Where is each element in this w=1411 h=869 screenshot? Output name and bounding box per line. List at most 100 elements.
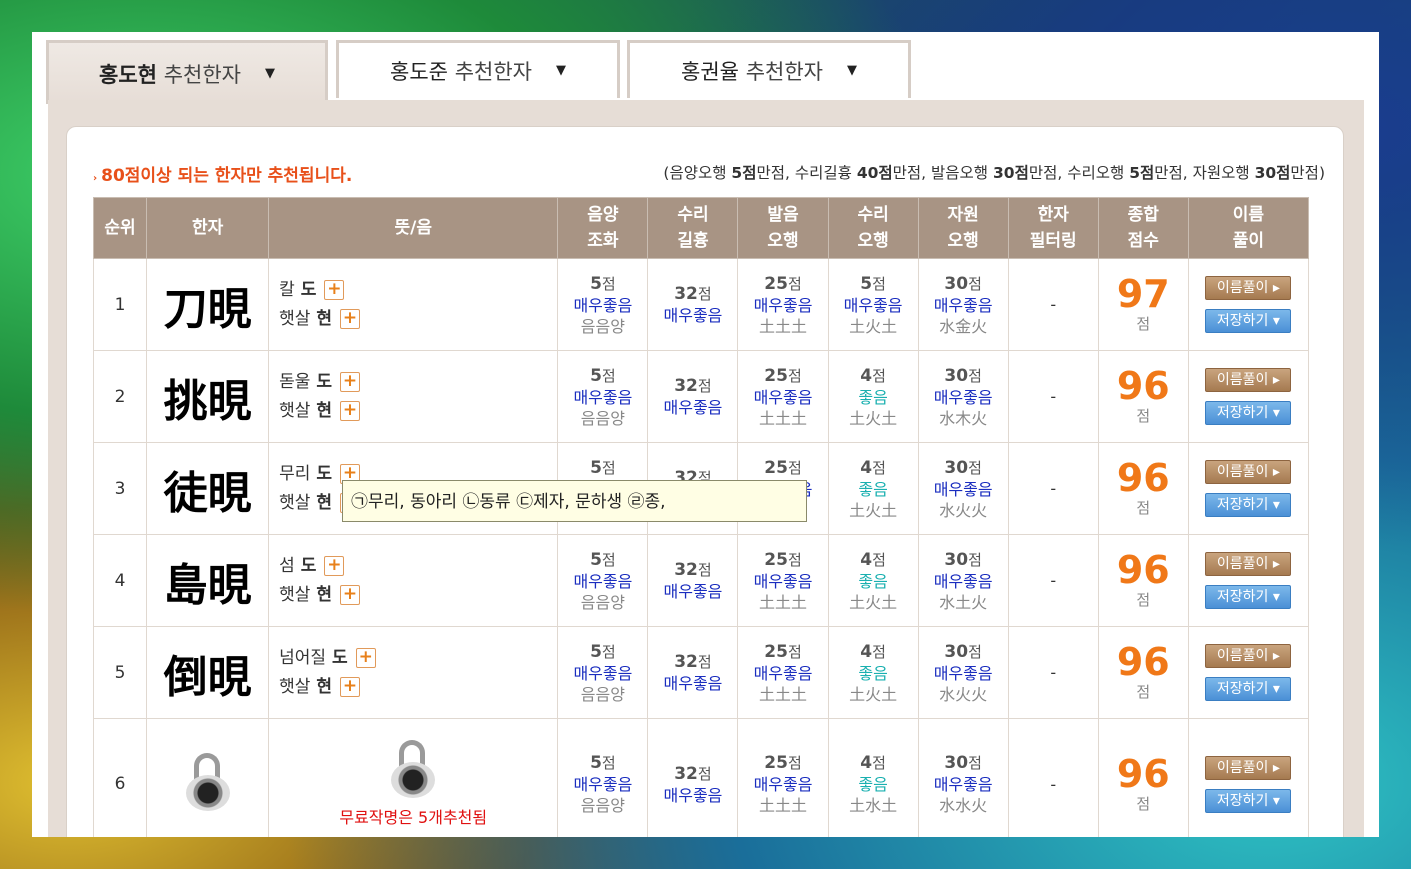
tab-honggwonyul[interactable]: 홍권율 추천한자 ▼	[627, 40, 911, 98]
score-number: 30	[944, 457, 969, 478]
meaning-cell: 돋울 도 + 햇살 현 +	[268, 350, 559, 443]
score-unit: 점	[968, 274, 982, 293]
score-grade: 매우좋음	[663, 398, 723, 417]
table-row: 2 挑晛 돋울 도 + 햇살 현 + 5점 매우좋음 음음양 32점 매우좋음 25점 매…	[92, 350, 1310, 443]
score-cell: 32점 매우좋음	[647, 258, 739, 351]
score-number: 32	[674, 763, 698, 784]
legend-points: 5점	[1129, 164, 1155, 182]
tab-hongdohyeon[interactable]: 홍도현 추천한자 ▼	[46, 40, 328, 104]
plus-icon[interactable]: +	[340, 309, 361, 329]
save-button[interactable]: 저장하기 ▾	[1205, 677, 1292, 701]
plus-icon[interactable]: +	[324, 280, 345, 300]
score-number: 32	[674, 284, 698, 304]
score-number: 30	[944, 365, 969, 386]
col-yinyang: 음양 조화	[557, 197, 649, 259]
score-cell: 5점 매우좋음 음음양	[557, 534, 649, 627]
score-grade: 매우좋음	[663, 674, 723, 693]
total-unit: 점	[1136, 794, 1151, 813]
hanja-cell: 刀晛	[146, 258, 270, 351]
score-grade: 매우좋음	[663, 306, 723, 325]
score-cell: 32점 매우좋음	[647, 350, 739, 443]
header-line: 자원	[947, 205, 979, 225]
plus-icon[interactable]: +	[340, 585, 361, 605]
name-analysis-button[interactable]: 이름풀이 ▸	[1205, 276, 1292, 300]
name-analysis-button[interactable]: 이름풀이 ▸	[1205, 755, 1292, 780]
score-element: 土土土	[759, 796, 808, 815]
filter-cell: -	[1007, 442, 1099, 535]
score-number: 5	[590, 753, 602, 773]
score-element: 土土土	[759, 408, 808, 428]
score-unit: 점	[697, 561, 712, 579]
hanja-cell	[146, 718, 270, 837]
score-unit: 점	[968, 642, 982, 661]
score-cell: 4점 좋음 土火土	[827, 442, 919, 535]
score-unit: 점	[872, 274, 886, 293]
score-number: 32	[674, 652, 698, 672]
action-cell: 이름풀이 ▸ 저장하기 ▾	[1187, 442, 1310, 535]
plus-icon[interactable]: +	[355, 648, 376, 668]
legend-text: 만점, 자원오행	[1154, 164, 1255, 182]
score-number: 5	[860, 273, 873, 294]
col-name-analysis: 이름 풀이	[1187, 197, 1310, 259]
score-unit: 점	[697, 653, 712, 671]
total-cell: 96 점	[1097, 534, 1189, 627]
total-unit: 점	[1136, 407, 1151, 425]
score-number: 5	[590, 365, 602, 386]
score-unit: 점	[787, 366, 802, 385]
meaning-cell: 넘어질 도 + 햇살 현 +	[268, 626, 559, 719]
header-line: 수리	[677, 205, 709, 225]
save-button[interactable]: 저장하기 ▾	[1205, 788, 1292, 813]
total-unit: 점	[1136, 315, 1151, 333]
score-unit: 점	[601, 366, 616, 385]
total-score: 96	[1116, 456, 1170, 500]
score-cell: 32점 매우좋음	[647, 534, 739, 627]
lock-icon	[391, 740, 436, 798]
save-button[interactable]: 저장하기 ▾	[1205, 401, 1292, 425]
rank-cell: 3	[92, 442, 148, 535]
score-element: 水火火	[939, 500, 988, 520]
score-element: 음음양	[580, 796, 625, 815]
plus-icon[interactable]: +	[340, 372, 361, 392]
tab-label: 추천한자	[745, 59, 823, 84]
name-analysis-button[interactable]: 이름풀이 ▸	[1205, 552, 1292, 576]
score-cell: 4점 좋음 土火土	[827, 350, 919, 443]
notice-label: 80점이상 되는 한자만 추천됩니다.	[101, 166, 353, 186]
score-element: 水火火	[939, 684, 988, 704]
hanja-cell: 島晛	[146, 534, 270, 627]
score-grade: 매우좋음	[753, 775, 813, 794]
plus-icon[interactable]: +	[324, 556, 345, 576]
name-analysis-button[interactable]: 이름풀이 ▸	[1205, 368, 1292, 392]
score-number: 4	[860, 365, 873, 386]
plus-icon[interactable]: +	[340, 677, 361, 697]
score-number: 32	[674, 560, 698, 580]
meaning-tooltip: ㉠무리, 동아리 ㉡동류 ㉢제자, 문하생 ㉣종,	[342, 480, 807, 522]
total-score: 96	[1116, 548, 1170, 592]
meaning-cell: 칼 도 + 햇살 현 +	[268, 258, 559, 351]
score-cell: 5점 매우좋음 음음양	[557, 350, 649, 443]
legend-text: 만점)	[1290, 164, 1325, 182]
sound-char: 도	[316, 463, 333, 484]
save-button[interactable]: 저장하기 ▾	[1205, 493, 1292, 517]
save-button[interactable]: 저장하기 ▾	[1205, 585, 1292, 609]
header-line: 이름	[1232, 205, 1265, 225]
hanja-cell: 倒晛	[146, 626, 270, 719]
save-button[interactable]: 저장하기 ▾	[1205, 309, 1292, 333]
score-grade: 매우좋음	[933, 387, 993, 407]
tab-name: 홍도준	[390, 59, 448, 84]
name-analysis-button[interactable]: 이름풀이 ▸	[1205, 460, 1292, 484]
score-number: 30	[944, 753, 969, 773]
total-unit: 점	[1136, 499, 1151, 517]
table-row: 4 島晛 섬 도 + 햇살 현 + 5점 매우좋음 음음양 32점 매우좋음 25점 매우…	[92, 534, 1310, 627]
score-number: 5	[590, 549, 602, 570]
score-number: 4	[860, 753, 873, 773]
score-grade: 매우좋음	[753, 571, 813, 591]
header-line: 종합	[1127, 205, 1159, 225]
sound-char: 현	[316, 676, 333, 697]
name-analysis-button[interactable]: 이름풀이 ▸	[1205, 644, 1292, 668]
score-element: 음음양	[580, 592, 625, 612]
plus-icon[interactable]: +	[340, 401, 361, 421]
tab-label: 추천한자	[163, 62, 241, 87]
tab-hongdojun[interactable]: 홍도준 추천한자 ▼	[336, 40, 620, 98]
score-cell: 25점 매우좋음 土土土	[737, 718, 829, 837]
score-number: 30	[944, 273, 969, 294]
